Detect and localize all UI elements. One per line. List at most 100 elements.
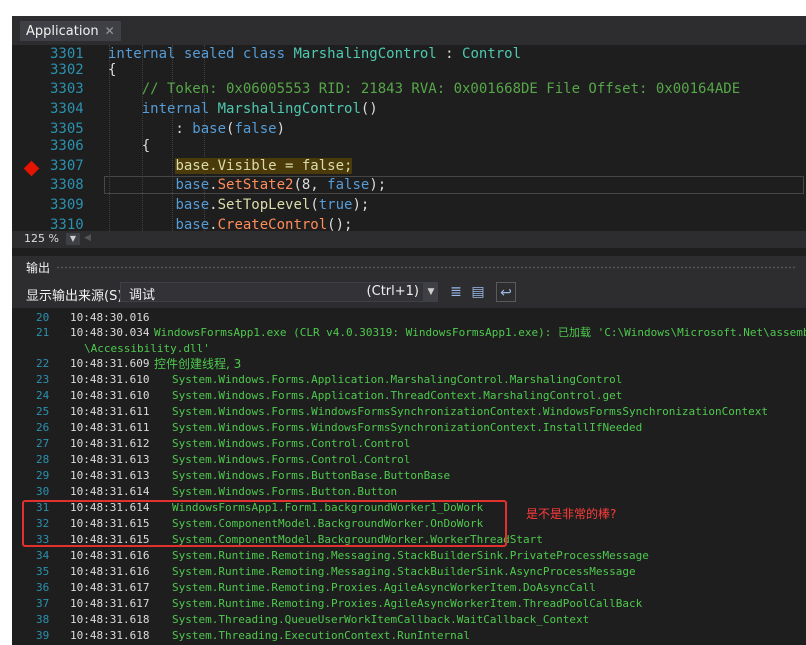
output-message: System.Windows.Forms.WindowsFormsSynchro…	[172, 405, 769, 418]
code-line[interactable]: 3307 base.Visible = false;	[12, 157, 806, 176]
output-timestamp: 10:48:30.016	[70, 311, 150, 324]
code-token: internal	[108, 101, 218, 117]
output-line-number: 36	[36, 581, 50, 594]
code-editor[interactable]: 3301 internal sealed class MarshalingCont…	[12, 45, 806, 231]
output-line-number: 22	[36, 357, 50, 370]
code-text: base.Visible = false;	[108, 157, 353, 176]
output-timestamp: 10:48:31.610	[70, 373, 150, 386]
code-token: base	[192, 121, 227, 137]
output-timestamp: 10:48:31.613	[70, 453, 150, 466]
output-text[interactable]: 20 10:48:30.016 21 10:48:30.034 WindowsForms…	[12, 308, 806, 645]
output-message: System.Windows.Forms.ButtonBase.ButtonBa…	[172, 469, 451, 482]
code-line[interactable]: 3303 // Token: 0x06005553 RID: 21843 RVA…	[12, 80, 806, 99]
output-timestamp: 10:48:31.611	[70, 421, 150, 434]
output-message: WindowsFormsApp1.exe (CLR v4.0.30319: Wi…	[154, 326, 806, 339]
output-message: System.Runtime.Remoting.Proxies.AgileAsy…	[172, 581, 596, 594]
line-number: 3308	[50, 177, 84, 193]
output-timestamp: 10:48:30.034	[70, 326, 150, 339]
code-line[interactable]: 3306 {	[12, 137, 806, 156]
horizontal-scrollbar[interactable]: ◀	[84, 233, 91, 243]
close-icon[interactable]: ✕	[105, 24, 115, 38]
output-line-number: 25	[36, 405, 50, 418]
output-message: System.Windows.Forms.WindowsFormsSynchro…	[172, 421, 643, 434]
output-source-shortcut: (Ctrl+1)	[366, 284, 419, 299]
output-message: System.Windows.Forms.Control.Control	[172, 453, 411, 466]
code-token: );	[352, 197, 370, 213]
output-line-number: 26	[36, 421, 50, 434]
output-line-number: 27	[36, 437, 50, 450]
code-line[interactable]: 3302 {	[12, 61, 806, 80]
code-line[interactable]: 3304 internal MarshalingControl()	[12, 100, 806, 119]
output-timestamp: 10:48:31.614	[70, 485, 150, 498]
line-number: 3307	[50, 158, 84, 174]
output-message: System.Runtime.Remoting.Proxies.AgileAsy…	[172, 597, 643, 610]
word-wrap-icon[interactable]: ↩	[496, 282, 516, 302]
line-number: 3309	[50, 197, 84, 213]
line-number: 3306	[50, 138, 84, 154]
code-token: .	[209, 217, 218, 231]
output-line-number: 24	[36, 389, 50, 402]
output-line-number: 23	[36, 373, 50, 386]
code-text: {	[108, 137, 150, 156]
panel-drag-handle[interactable]	[56, 266, 796, 269]
code-token: false	[234, 121, 277, 137]
code-token: CreateControl	[217, 217, 328, 231]
clear-all-icon[interactable]: ≣	[446, 282, 466, 302]
code-token: ();	[327, 217, 353, 231]
code-text: // Token: 0x06005553 RID: 21843 RVA: 0x0…	[108, 80, 740, 99]
line-number: 3304	[50, 101, 84, 117]
code-token: );	[369, 177, 387, 193]
code-token: .	[209, 197, 218, 213]
output-timestamp: 10:48:31.616	[70, 565, 150, 578]
output-line-number: 35	[36, 565, 50, 578]
code-token: true	[318, 197, 353, 213]
line-number: 3310	[50, 217, 84, 231]
code-token: MarshalingControl	[293, 46, 437, 62]
output-timestamp: 10:48:31.610	[70, 389, 150, 402]
code-token: {	[108, 138, 151, 154]
code-text: internal MarshalingControl()	[108, 100, 378, 119]
output-timestamp: 10:48:31.613	[70, 469, 150, 482]
output-timestamp: 10:48:31.618	[70, 629, 150, 642]
zoom-bar: 125 % ▼ ◀	[12, 231, 806, 248]
code-token: :	[436, 46, 463, 62]
output-message: System.Threading.ExecutionContext.RunInt…	[172, 629, 471, 642]
output-message: System.Windows.Forms.Control.Control	[172, 437, 411, 450]
code-token: MarshalingControl	[217, 101, 361, 117]
tab-label: Application	[26, 23, 99, 39]
code-line[interactable]: 3308 base.SetState2(8, false);	[12, 176, 806, 195]
output-source-label: 显示输出来源(S):	[26, 289, 127, 304]
output-line-number: 30	[36, 485, 50, 498]
output-source-value: 调试	[129, 288, 156, 303]
chevron-down-icon[interactable]: ▼	[66, 233, 80, 245]
code-token: (	[310, 197, 319, 213]
output-line-number: 38	[36, 613, 50, 626]
code-line[interactable]: 3310 base.CreateControl();	[12, 216, 806, 231]
code-token: Control	[462, 46, 522, 62]
code-token: base	[175, 217, 210, 231]
code-token: SetState2	[217, 177, 294, 193]
code-token: ()	[360, 101, 378, 117]
line-number: 3303	[50, 81, 84, 97]
output-line-number: 29	[36, 469, 50, 482]
code-token: )	[276, 121, 286, 137]
code-line[interactable]: 3309 base.SetTopLevel(true);	[12, 196, 806, 215]
code-token: false	[327, 177, 370, 193]
chevron-down-icon[interactable]: ▼	[424, 282, 438, 302]
output-source-select[interactable]: 调试 (Ctrl+1)	[120, 282, 424, 303]
output-timestamp: 10:48:31.617	[70, 597, 150, 610]
tab-application[interactable]: Application ✕	[20, 21, 121, 41]
code-token: internal sealed class	[108, 46, 294, 62]
save-icon[interactable]: ▤	[468, 282, 488, 302]
zoom-level[interactable]: 125 %	[24, 232, 59, 245]
output-message: \Accessibility.dll'	[84, 342, 210, 355]
code-text: {	[108, 61, 116, 80]
output-message: System.Threading.QueueUserWorkItemCallba…	[172, 613, 590, 626]
line-number: 3302	[50, 62, 84, 78]
code-text: base.SetState2(8, false);	[108, 176, 386, 195]
highlight-box	[22, 500, 507, 547]
